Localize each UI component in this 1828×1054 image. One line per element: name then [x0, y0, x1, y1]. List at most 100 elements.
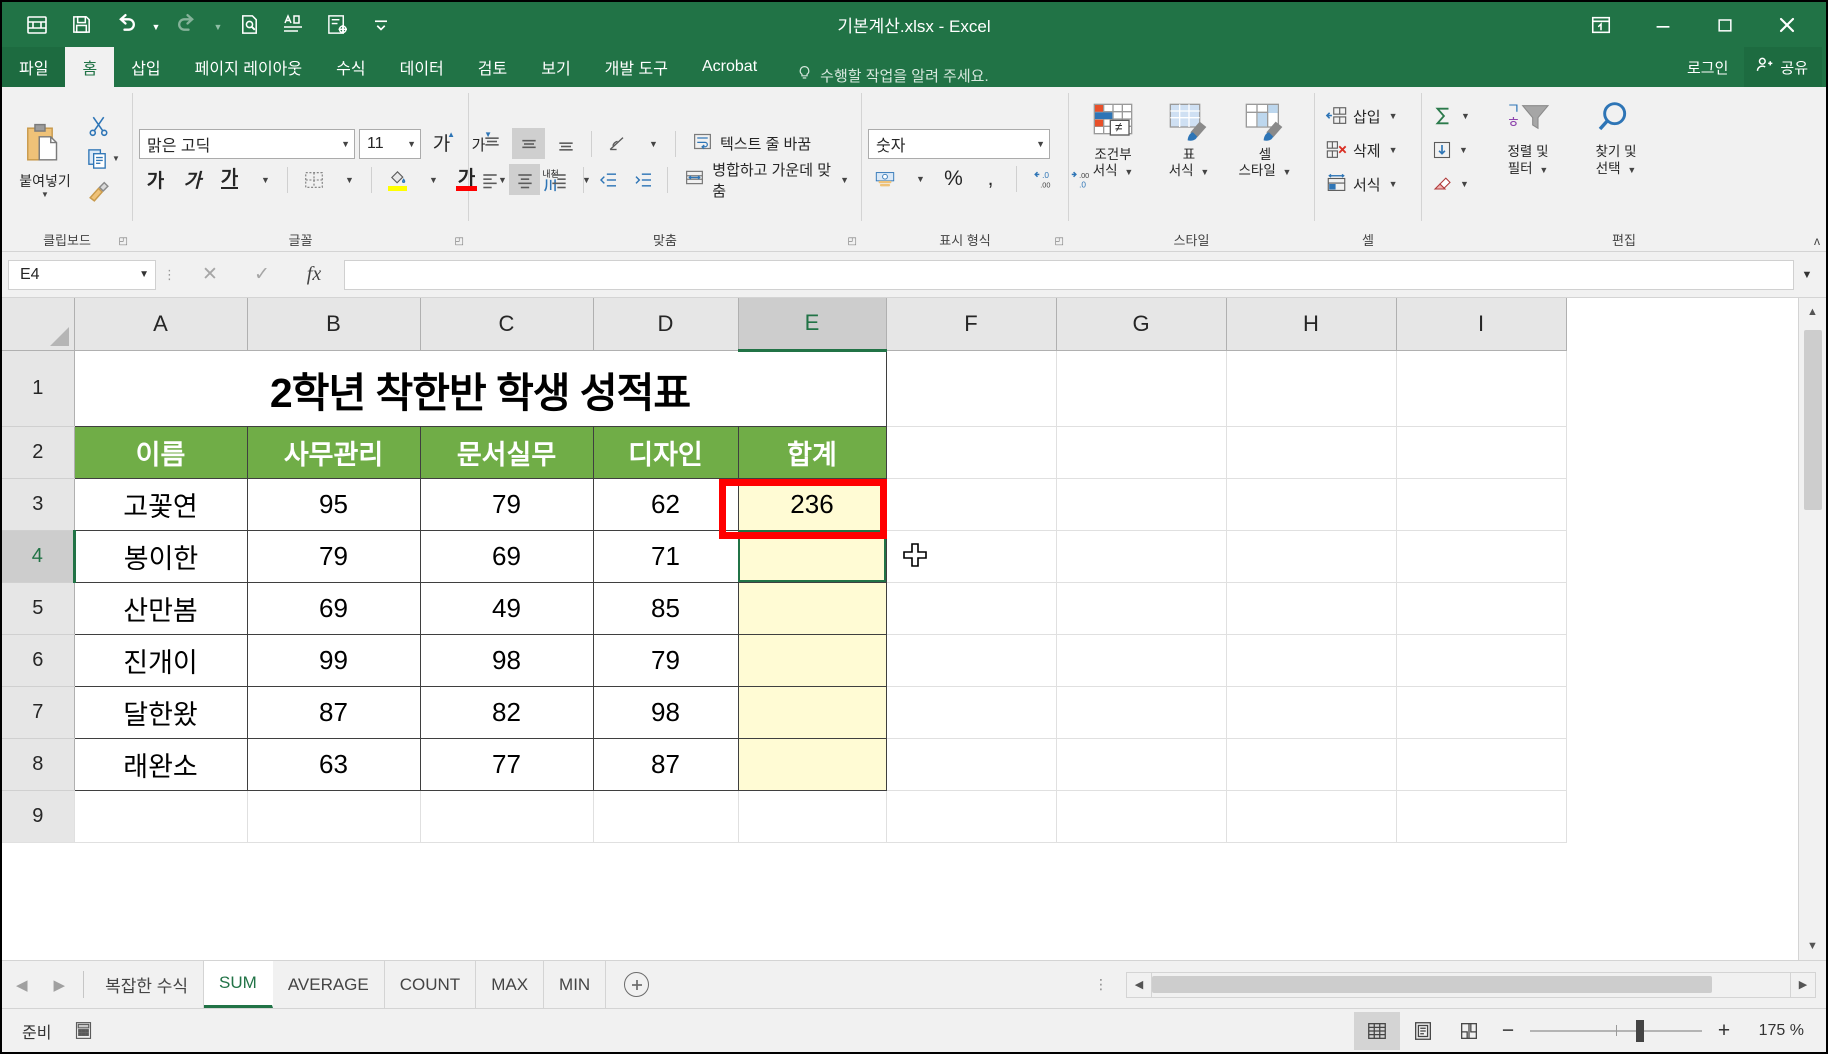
vertical-scroll-thumb[interactable]: [1803, 330, 1822, 510]
tab-page-layout[interactable]: 페이지 레이아웃: [178, 47, 320, 87]
align-top-button[interactable]: [475, 128, 508, 159]
font-family-input[interactable]: 맑은 고딕 ▼: [139, 128, 355, 159]
cell-A2-header-name[interactable]: 이름: [73, 425, 248, 479]
cell-B8[interactable]: 63: [246, 737, 421, 791]
cell-B7[interactable]: 87: [246, 685, 421, 739]
percent-style-button[interactable]: %: [937, 164, 970, 195]
zoom-out-button[interactable]: −: [1492, 1012, 1524, 1050]
cell-B5[interactable]: 69: [246, 581, 421, 635]
cell-H7[interactable]: [1226, 686, 1397, 739]
cell-C5[interactable]: 49: [419, 581, 594, 635]
cell-I4[interactable]: [1396, 530, 1567, 583]
tab-developer[interactable]: 개발 도구: [588, 47, 685, 87]
borders-button[interactable]: [297, 164, 330, 195]
minimize-icon[interactable]: [1632, 2, 1694, 47]
cell-I7[interactable]: [1396, 686, 1567, 739]
cell-A8[interactable]: 래완소: [73, 737, 248, 791]
column-header-D[interactable]: D: [593, 298, 739, 351]
cell-D6[interactable]: 79: [592, 633, 739, 687]
cell-G4[interactable]: [1056, 530, 1227, 583]
decrease-decimal-button[interactable]: .0 .00: [1026, 164, 1059, 195]
underline-button[interactable]: 가: [213, 164, 246, 195]
align-right-button[interactable]: [544, 164, 574, 195]
cell-I3[interactable]: [1396, 478, 1567, 531]
row-header-1[interactable]: 1: [2, 350, 75, 427]
font-size-dropdown-icon[interactable]: ▼: [404, 139, 416, 149]
conditional-formatting-button[interactable]: ≠ 조건부 서식 ▼: [1075, 101, 1151, 180]
orientation-dropdown-icon[interactable]: ▼: [638, 128, 666, 159]
cell-B4[interactable]: 79: [246, 529, 421, 583]
sheet-tab-average[interactable]: AVERAGE: [273, 961, 385, 1008]
insert-cells-button[interactable]: 삽입 ▼: [1321, 99, 1402, 133]
normal-view-icon[interactable]: [1354, 1011, 1400, 1050]
tab-review[interactable]: 검토: [461, 47, 524, 87]
column-header-C[interactable]: C: [420, 298, 594, 351]
italic-button[interactable]: 가: [176, 164, 209, 195]
autosum-dropdown-icon[interactable]: ▼: [1458, 111, 1470, 121]
scroll-down-icon[interactable]: ▼: [1798, 932, 1826, 960]
column-header-H[interactable]: H: [1226, 298, 1397, 351]
add-sheet-button[interactable]: [606, 961, 667, 1008]
share-button[interactable]: 공유: [1744, 47, 1822, 87]
cell-G5[interactable]: [1056, 582, 1227, 635]
number-format-dropdown-icon[interactable]: ▼: [1033, 139, 1045, 149]
insert-function-icon[interactable]: fx: [288, 260, 340, 290]
clear-dropdown-icon[interactable]: ▼: [1457, 179, 1469, 189]
formula-input[interactable]: [344, 259, 1794, 290]
autosum-button[interactable]: ▼: [1428, 99, 1484, 133]
align-left-button[interactable]: [475, 164, 505, 195]
increase-font-size-button[interactable]: 가 ▲: [425, 128, 458, 159]
row-header-3[interactable]: 3: [2, 478, 75, 531]
cell-C9[interactable]: [420, 790, 594, 843]
format-dropdown-icon[interactable]: ▼: [1386, 179, 1398, 189]
save-icon[interactable]: [60, 6, 102, 44]
cell-D5[interactable]: 85: [592, 581, 739, 635]
horizontal-scroll-thumb[interactable]: [1152, 976, 1712, 993]
sheet-tab-max[interactable]: MAX: [476, 961, 545, 1008]
cell-H5[interactable]: [1226, 582, 1397, 635]
horizontal-scrollbar[interactable]: ◀ ▶: [1126, 961, 1826, 1008]
row-header-4[interactable]: 4: [2, 530, 76, 583]
cell-H1[interactable]: [1226, 350, 1397, 427]
cell-E5[interactable]: [737, 581, 887, 635]
fill-button[interactable]: ▼: [1428, 133, 1484, 167]
cell-A5[interactable]: 산만봄: [73, 581, 248, 635]
select-all-corner[interactable]: [2, 298, 75, 351]
customize-qat-icon[interactable]: [360, 6, 402, 44]
cell-B2-header-office[interactable]: 사무관리: [246, 425, 421, 479]
cell-I1[interactable]: [1396, 350, 1567, 427]
bold-button[interactable]: 가: [139, 164, 172, 195]
alignment-dialog-launcher[interactable]: ◰: [848, 236, 857, 247]
row-header-2[interactable]: 2: [2, 426, 75, 479]
name-box[interactable]: E4 ▼: [8, 259, 156, 290]
row-header-7[interactable]: 7: [2, 686, 75, 739]
font-dialog-launcher[interactable]: ◰: [455, 236, 464, 247]
number-dialog-launcher[interactable]: ◰: [1055, 236, 1064, 247]
cell-G1[interactable]: [1056, 350, 1227, 427]
tab-insert[interactable]: 삽입: [114, 47, 177, 87]
wrap-text-button[interactable]: 텍스트 줄 바꿈: [685, 128, 817, 159]
delete-cells-button[interactable]: 삭제 ▼: [1321, 133, 1402, 167]
horizontal-scroll-track[interactable]: [1152, 971, 1790, 998]
cell-B6[interactable]: 99: [246, 633, 421, 687]
sheet-tab-complex-formula[interactable]: 복잡한 수식: [90, 961, 205, 1008]
cell-F3[interactable]: [886, 478, 1057, 531]
cell-C7[interactable]: 82: [419, 685, 594, 739]
scroll-up-icon[interactable]: ▲: [1798, 298, 1826, 326]
format-cells-button[interactable]: 서식 ▼: [1321, 167, 1402, 201]
cell-E7[interactable]: [737, 685, 887, 739]
cell-I6[interactable]: [1396, 634, 1567, 687]
cell-E3[interactable]: 236: [737, 477, 887, 531]
cell-A3[interactable]: 고꽃연: [73, 477, 248, 531]
sheet-tab-resize-grip[interactable]: ⋮: [1078, 961, 1126, 1008]
cut-button[interactable]: [84, 110, 122, 142]
cell-H6[interactable]: [1226, 634, 1397, 687]
cell-F1[interactable]: [886, 350, 1057, 427]
cell-D7[interactable]: 98: [592, 685, 739, 739]
cell-C8[interactable]: 77: [419, 737, 594, 791]
cell-A9[interactable]: [74, 790, 248, 843]
paste-dropdown-icon[interactable]: ▼: [41, 191, 49, 199]
page-layout-view-icon[interactable]: [1400, 1012, 1446, 1050]
zoom-slider-thumb[interactable]: [1636, 1019, 1644, 1042]
column-header-B[interactable]: B: [247, 298, 421, 351]
